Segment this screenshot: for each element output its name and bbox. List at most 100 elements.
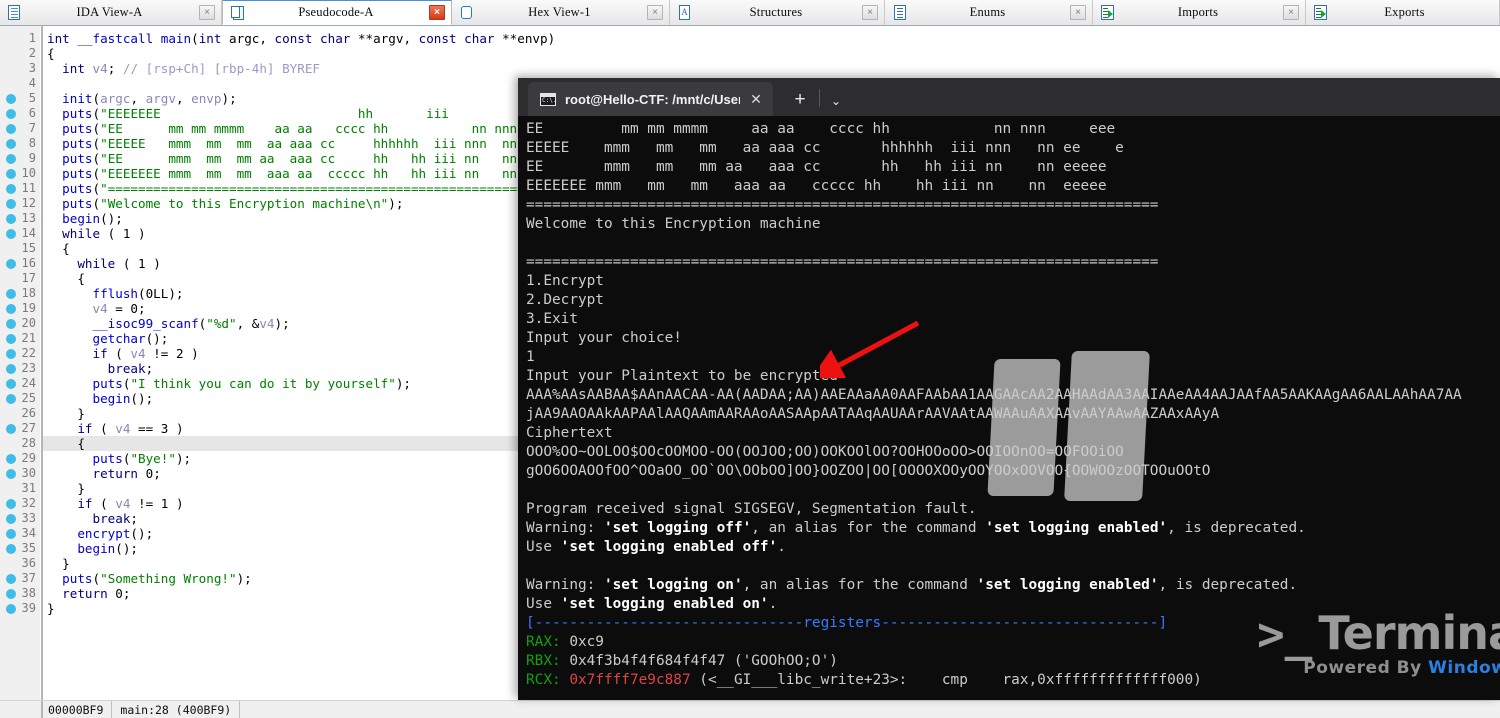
line-number: 29 [21,451,36,465]
close-icon[interactable]: × [1070,5,1086,20]
app-root: IDA View-A × Pseudocode-A × Hex View-1 × A Stru… [0,0,1500,718]
line-number: 15 [21,241,36,255]
terminal-tab[interactable]: root@Hello-CTF: /mnt/c/Users ✕ [528,82,773,116]
close-icon[interactable]: × [862,5,878,20]
code-line[interactable]: int __fastcall main(int argc, const char… [43,31,1500,46]
terminal-line: 1.Encrypt [526,273,604,289]
hex-icon [458,4,476,22]
terminal-line: jAA9AAOAAkAAPAAlAAQAAmAARAAoAASAApAATAAq… [526,406,1220,422]
tab-pseudocode-a[interactable]: Pseudocode-A × [222,0,452,25]
line-number: 31 [21,481,36,495]
line-number: 3 [28,61,36,75]
tab-exports[interactable]: Exports [1306,0,1500,25]
tab-label: Pseudocode-A [298,5,374,19]
status-location-text: main:28 [120,703,169,717]
terminal-line: ========================================… [526,254,1159,270]
exports-icon-glyph [1314,4,1327,20]
tab-structures[interactable]: A Structures × [670,0,885,25]
tab-label: IDA View-A [76,5,143,19]
title-bar-divider [819,89,820,107]
terminal-line: Welcome to this Encryption machine [526,216,821,232]
terminal-line: Warning: 'set logging on', an alias for … [526,577,1298,593]
close-icon[interactable]: × [429,5,445,20]
line-number: 11 [21,181,36,195]
terminal-output[interactable]: >_ Termina Powered By Windows EE mm mm m… [518,116,1500,700]
line-number: 25 [21,391,36,405]
imports-icon-glyph [1101,4,1114,20]
documents-icon-glyph [231,5,244,20]
line-number: 21 [21,331,36,345]
ida-status-bar: 00000BF9 main:28 (400BF9) [0,700,1500,718]
line-number: 6 [28,106,36,120]
line-number: 39 [21,601,36,615]
terminal-line: 1 [526,349,535,365]
document-icon [6,4,24,22]
line-number: 27 [21,421,36,435]
code-line[interactable]: { [43,46,1500,61]
line-number: 1 [28,31,36,45]
close-icon[interactable]: × [1283,5,1299,20]
imports-icon [1099,4,1117,22]
tab-hex-view-1[interactable]: Hex View-1 × [452,0,670,25]
terminal-line: Program received signal SIGSEGV, Segment… [526,501,977,517]
tab-enums[interactable]: Enums × [885,0,1093,25]
status-file-offset: (400BF9) [175,703,232,717]
status-address: 00000BF9 [48,701,113,718]
line-number: 24 [21,376,36,390]
line-number: 16 [21,256,36,270]
terminal-line: [-------------------------------register… [526,615,1168,631]
line-number: 12 [21,196,36,210]
line-number: 7 [28,121,36,135]
close-icon[interactable]: × [199,5,215,20]
line-number: 9 [28,151,36,165]
terminal-line: EE mm mm mmmm aa aa cccc hh nn nnn eee [526,121,1116,137]
terminal-title-bar[interactable]: root@Hello-CTF: /mnt/c/Users ✕ + ⌄ [518,78,1500,116]
documents-icon [229,4,247,22]
tab-imports[interactable]: Imports × [1093,0,1306,25]
line-number: 35 [21,541,36,555]
line-number: 32 [21,496,36,510]
red-pointer-arrow [820,320,920,378]
new-tab-icon[interactable]: + [789,90,811,109]
terminal-tab-label: root@Hello-CTF: /mnt/c/Users [565,91,740,107]
enums-icon-glyph [894,4,906,20]
line-number: 28 [21,436,36,450]
windows-terminal-window[interactable]: root@Hello-CTF: /mnt/c/Users ✕ + ⌄ >_ Te… [518,78,1500,700]
terminal-line: EE mmm mm mm aa aaa cc hh hh iii nn nn e… [526,159,1107,175]
terminal-line: ========================================… [526,197,1159,213]
terminal-line: 2.Decrypt [526,292,604,308]
terminal-line: RBX: 0x4f3b4f4f684f4f47 ('GOOhOO;O') [526,653,838,669]
line-number: 36 [21,556,36,570]
terminal-line: Warning: 'set logging off', an alias for… [526,520,1306,536]
chevron-down-icon[interactable]: ⌄ [828,95,844,107]
terminal-line: Use 'set logging enabled on'. [526,596,778,612]
line-number: 17 [21,271,36,285]
line-number: 34 [21,526,36,540]
tab-label: Hex View-1 [528,5,591,19]
line-number: 10 [21,166,36,180]
terminal-line: gOO6OOAOOfOO^OOaOO_OO`OO\OObOO]OO}OOZOO|… [526,463,1211,479]
code-line[interactable]: int v4; // [rsp+Ch] [rbp-4h] BYREF [43,61,1500,76]
line-number-column: 1 2 3 4 5 6 7 8 9 10 11 12 13 14 15 16 17 18 19 20 21 22 23 24 2… [0,26,40,616]
console-icon [540,92,556,106]
close-icon[interactable]: ✕ [749,92,763,106]
terminal-line: Input your Plaintext to be encrypted [526,368,838,384]
close-icon[interactable]: × [647,5,663,20]
tab-ida-view-a[interactable]: IDA View-A × [0,0,222,25]
line-number: 8 [28,136,36,150]
hex-icon-glyph [461,5,472,19]
line-number: 38 [21,586,36,600]
line-number: 30 [21,466,36,480]
terminal-line: Use 'set logging enabled off'. [526,539,786,555]
line-number: 4 [28,76,36,90]
terminal-line: EEEEEEE mmm mm mm aaa aa ccccc hh hh iii… [526,178,1107,194]
line-number: 22 [21,346,36,360]
terminal-line-list: EE mm mm mmmm aa aa cccc hh nn nnn eee EE… [526,120,1500,690]
terminal-line: Input your choice! [526,330,682,346]
structures-icon-glyph: A [679,4,690,20]
exports-icon [1312,4,1330,22]
document-icon-glyph [8,4,20,20]
tab-label: Exports [1384,5,1425,19]
